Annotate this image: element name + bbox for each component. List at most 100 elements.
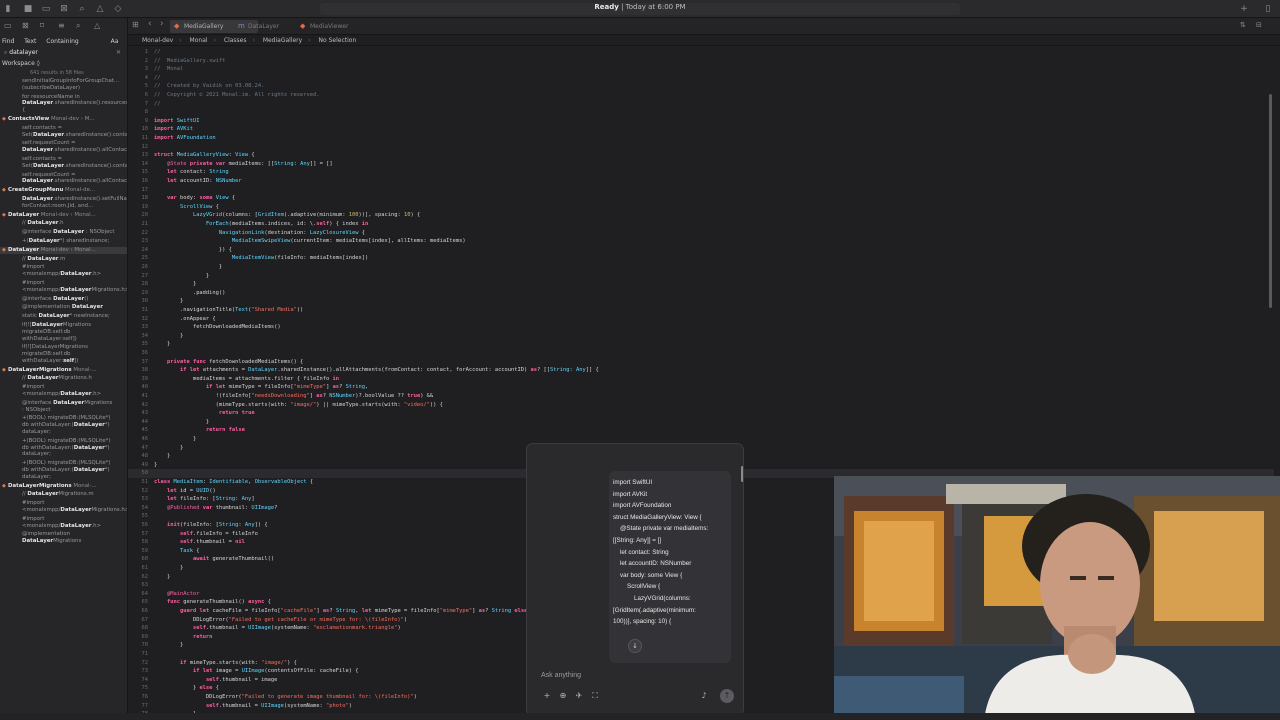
code-line[interactable]: 43 return true <box>128 409 1274 418</box>
result-line[interactable]: self.requestCount = DataLayer.sharedInst… <box>0 140 127 154</box>
code-line[interactable]: 13 struct MediaGalleryView: View { <box>128 151 1274 160</box>
inspector-toggle-icon[interactable]: ▯ <box>1262 3 1274 15</box>
result-line[interactable]: #import <monalxmpp/DataLayer.h> <box>0 264 127 278</box>
result-line[interactable]: for ressourceName in DataLayer.sharedIns… <box>0 94 127 114</box>
code-line[interactable]: 6 // Copyright © 2021 Monal.im. All right… <box>128 91 1274 100</box>
result-file-group[interactable]: ◆ CreateGroupMenu Monal-de... <box>0 187 127 194</box>
chat-input-placeholder[interactable]: Ask anything <box>541 672 581 679</box>
code-line[interactable]: 10 import AVKit <box>128 125 1274 134</box>
find-search-input[interactable]: ⌕ datalayer ✕ <box>0 47 127 58</box>
hierarchy-icon[interactable]: ≡ <box>58 21 65 30</box>
code-line[interactable]: 33 fetchDownloadedMediaItems() <box>128 323 1274 332</box>
match-case-toggle[interactable]: Aa <box>111 38 119 45</box>
code-line[interactable]: 16 let accountID: NSNumber <box>128 177 1274 186</box>
code-line[interactable]: 42 (mimeType.starts(with: "image/") || m… <box>128 401 1274 410</box>
result-line[interactable]: #import <monalxmpp/DataLayer.h> <box>0 516 127 530</box>
result-line[interactable]: #import <monalxmpp/DataLayerMigrations.h… <box>0 280 127 294</box>
result-file-group[interactable]: ◆ ContactsView Monal-dev › M... <box>0 116 127 123</box>
result-line[interactable]: // DataLayerMigrations.m <box>0 491 127 498</box>
find-mode[interactable]: Find <box>2 38 14 45</box>
code-line[interactable]: 25 MediaItemView(fileInfo: mediaItems[in… <box>128 254 1274 263</box>
result-line[interactable]: // DataLayer.m <box>0 256 127 263</box>
code-line[interactable]: 5 // Created by Vaidik on 03.08.24. <box>128 82 1274 91</box>
code-line[interactable]: 26 } <box>128 263 1274 272</box>
code-line[interactable]: 38 if let attachments = DataLayer.shared… <box>128 366 1274 375</box>
result-line[interactable]: #import <monalxmpp/DataLayer.h> <box>0 384 127 398</box>
code-line[interactable]: 44 } <box>128 418 1274 427</box>
code-line[interactable]: 8 <box>128 108 1274 117</box>
code-line[interactable]: 9 import SwiftUI <box>128 117 1274 126</box>
code-line[interactable]: 11 import AVFoundation <box>128 134 1274 143</box>
search-scope[interactable]: Workspace ◊ <box>0 58 127 69</box>
code-line[interactable]: 27 } <box>128 272 1274 281</box>
breadcrumb-project[interactable]: Monal-dev <box>142 37 173 44</box>
result-line[interactable]: @interface DataLayer() <box>0 296 127 303</box>
result-line[interactable]: +(BOOL) migrateDB:(MLSQLite*) db withDat… <box>0 438 127 458</box>
add-attachment-icon[interactable]: + <box>541 690 553 702</box>
code-line[interactable]: 20 LazyVGrid(columns: [GridItem(.adaptiv… <box>128 211 1274 220</box>
code-line[interactable]: 1 // <box>128 48 1274 57</box>
code-line[interactable]: 19 ScrollView { <box>128 203 1274 212</box>
capture-icon[interactable]: ⛶ <box>589 690 601 702</box>
result-file-group[interactable]: ◆ DataLayerMigrations Monal-... <box>0 483 127 490</box>
result-line[interactable]: @interface DataLayerMigrations : NSObjec… <box>0 400 127 414</box>
tab-mediaviewer[interactable]: ◆ MediaViewer <box>296 20 376 33</box>
result-line[interactable]: +(BOOL) migrateDB:(MLSQLite*) db withDat… <box>0 460 127 480</box>
scroll-down-button[interactable]: ↓ <box>628 639 642 653</box>
source-control-icon[interactable]: ⊠ <box>22 21 29 30</box>
grid-icon[interactable]: ⊞ <box>132 20 139 29</box>
result-file-group[interactable]: ◆ DataLayer Monal-dev › Monal... <box>0 246 127 254</box>
result-line[interactable]: // DataLayerMigrations.h <box>0 375 127 382</box>
send-button[interactable]: ↑ <box>720 689 734 703</box>
breadcrumb-group-monal[interactable]: Monal <box>190 37 208 44</box>
code-line[interactable]: 29 .padding() <box>128 289 1274 298</box>
folder-icon[interactable]: ▭ <box>4 21 12 30</box>
related-items-icon[interactable]: ⇅ <box>1240 21 1246 29</box>
issue-icon[interactable]: △ <box>94 21 100 30</box>
code-line[interactable]: 2 // MediaGallery.swift <box>128 57 1274 66</box>
chat-scrollbar[interactable] <box>741 466 743 482</box>
code-line[interactable]: 32 .onAppear { <box>128 315 1274 324</box>
code-line[interactable]: 17 <box>128 186 1274 195</box>
microphone-icon[interactable]: ♪ <box>698 690 710 702</box>
result-line[interactable]: // DataLayer.h <box>0 220 127 227</box>
code-line[interactable]: 30 } <box>128 297 1274 306</box>
bookmark-icon[interactable]: ⌑ <box>40 21 44 30</box>
add-icon[interactable]: + <box>1238 3 1250 15</box>
result-line[interactable]: static DataLayer* newInstance; <box>0 313 127 320</box>
code-line[interactable]: 3 // Monal <box>128 65 1274 74</box>
breadcrumb-group-classes[interactable]: Classes <box>224 37 247 44</box>
result-line[interactable]: if(![DataLayerMigrations migrateDB:self.… <box>0 322 127 342</box>
code-line[interactable]: 21 ForEach(mediaItems.indices, id: \.sel… <box>128 220 1274 229</box>
result-line[interactable]: self.contacts = Set(DataLayer.sharedInst… <box>0 156 127 170</box>
code-line[interactable]: 12 <box>128 143 1274 152</box>
code-line[interactable]: 4 // <box>128 74 1274 83</box>
code-line[interactable]: 7 // <box>128 100 1274 109</box>
back-icon[interactable]: ‹ <box>148 19 152 29</box>
result-line[interactable]: #import <monalxmpp/DataLayerMigrations.h… <box>0 500 127 514</box>
code-line[interactable]: 24 }) { <box>128 246 1274 255</box>
code-line[interactable]: 39 mediaItems = attachments.filter { fil… <box>128 375 1274 384</box>
breadcrumb-selection[interactable]: No Selection <box>319 37 357 44</box>
code-line[interactable]: 35 } <box>128 340 1274 349</box>
text-mode[interactable]: Text <box>24 38 36 45</box>
result-line[interactable]: if(![DataLayerMigrations migrateDB:self.… <box>0 344 127 364</box>
code-line[interactable]: 37 private func fetchDownloadedMediaItem… <box>128 358 1274 367</box>
breadcrumb-file[interactable]: MediaGallery <box>263 37 302 44</box>
code-line[interactable]: 14 @State private var mediaItems: [[Stri… <box>128 160 1274 169</box>
code-line[interactable]: 31 .navigationTitle(Text("Shared Media")… <box>128 306 1274 315</box>
forward-icon[interactable]: › <box>160 19 164 29</box>
code-line[interactable]: 34 } <box>128 332 1274 341</box>
result-file-group[interactable]: ◆ DataLayerMigrations Monal-... <box>0 367 127 374</box>
containing-mode[interactable]: Containing <box>46 38 78 45</box>
split-editor-icon[interactable]: ⊟ <box>1256 21 1262 29</box>
code-line[interactable]: 36 <box>128 349 1274 358</box>
result-line[interactable]: sendInitialGroupInfoForGroupChat... (sub… <box>0 78 127 92</box>
result-line[interactable]: +(BOOL) migrateDB:(MLSQLite*) db withDat… <box>0 415 127 435</box>
result-line[interactable]: @implementation DataLayerMigrations <box>0 531 127 545</box>
result-line[interactable]: +(DataLayer*) sharedInstance; <box>0 238 127 245</box>
result-line[interactable]: self.requestCount = DataLayer.sharedInst… <box>0 172 127 186</box>
clear-search-icon[interactable]: ✕ <box>116 47 121 58</box>
code-line[interactable]: 15 let contact: String <box>128 168 1274 177</box>
code-line[interactable]: 41 !(fileInfo["needsDownloading"] as? NS… <box>128 392 1274 401</box>
